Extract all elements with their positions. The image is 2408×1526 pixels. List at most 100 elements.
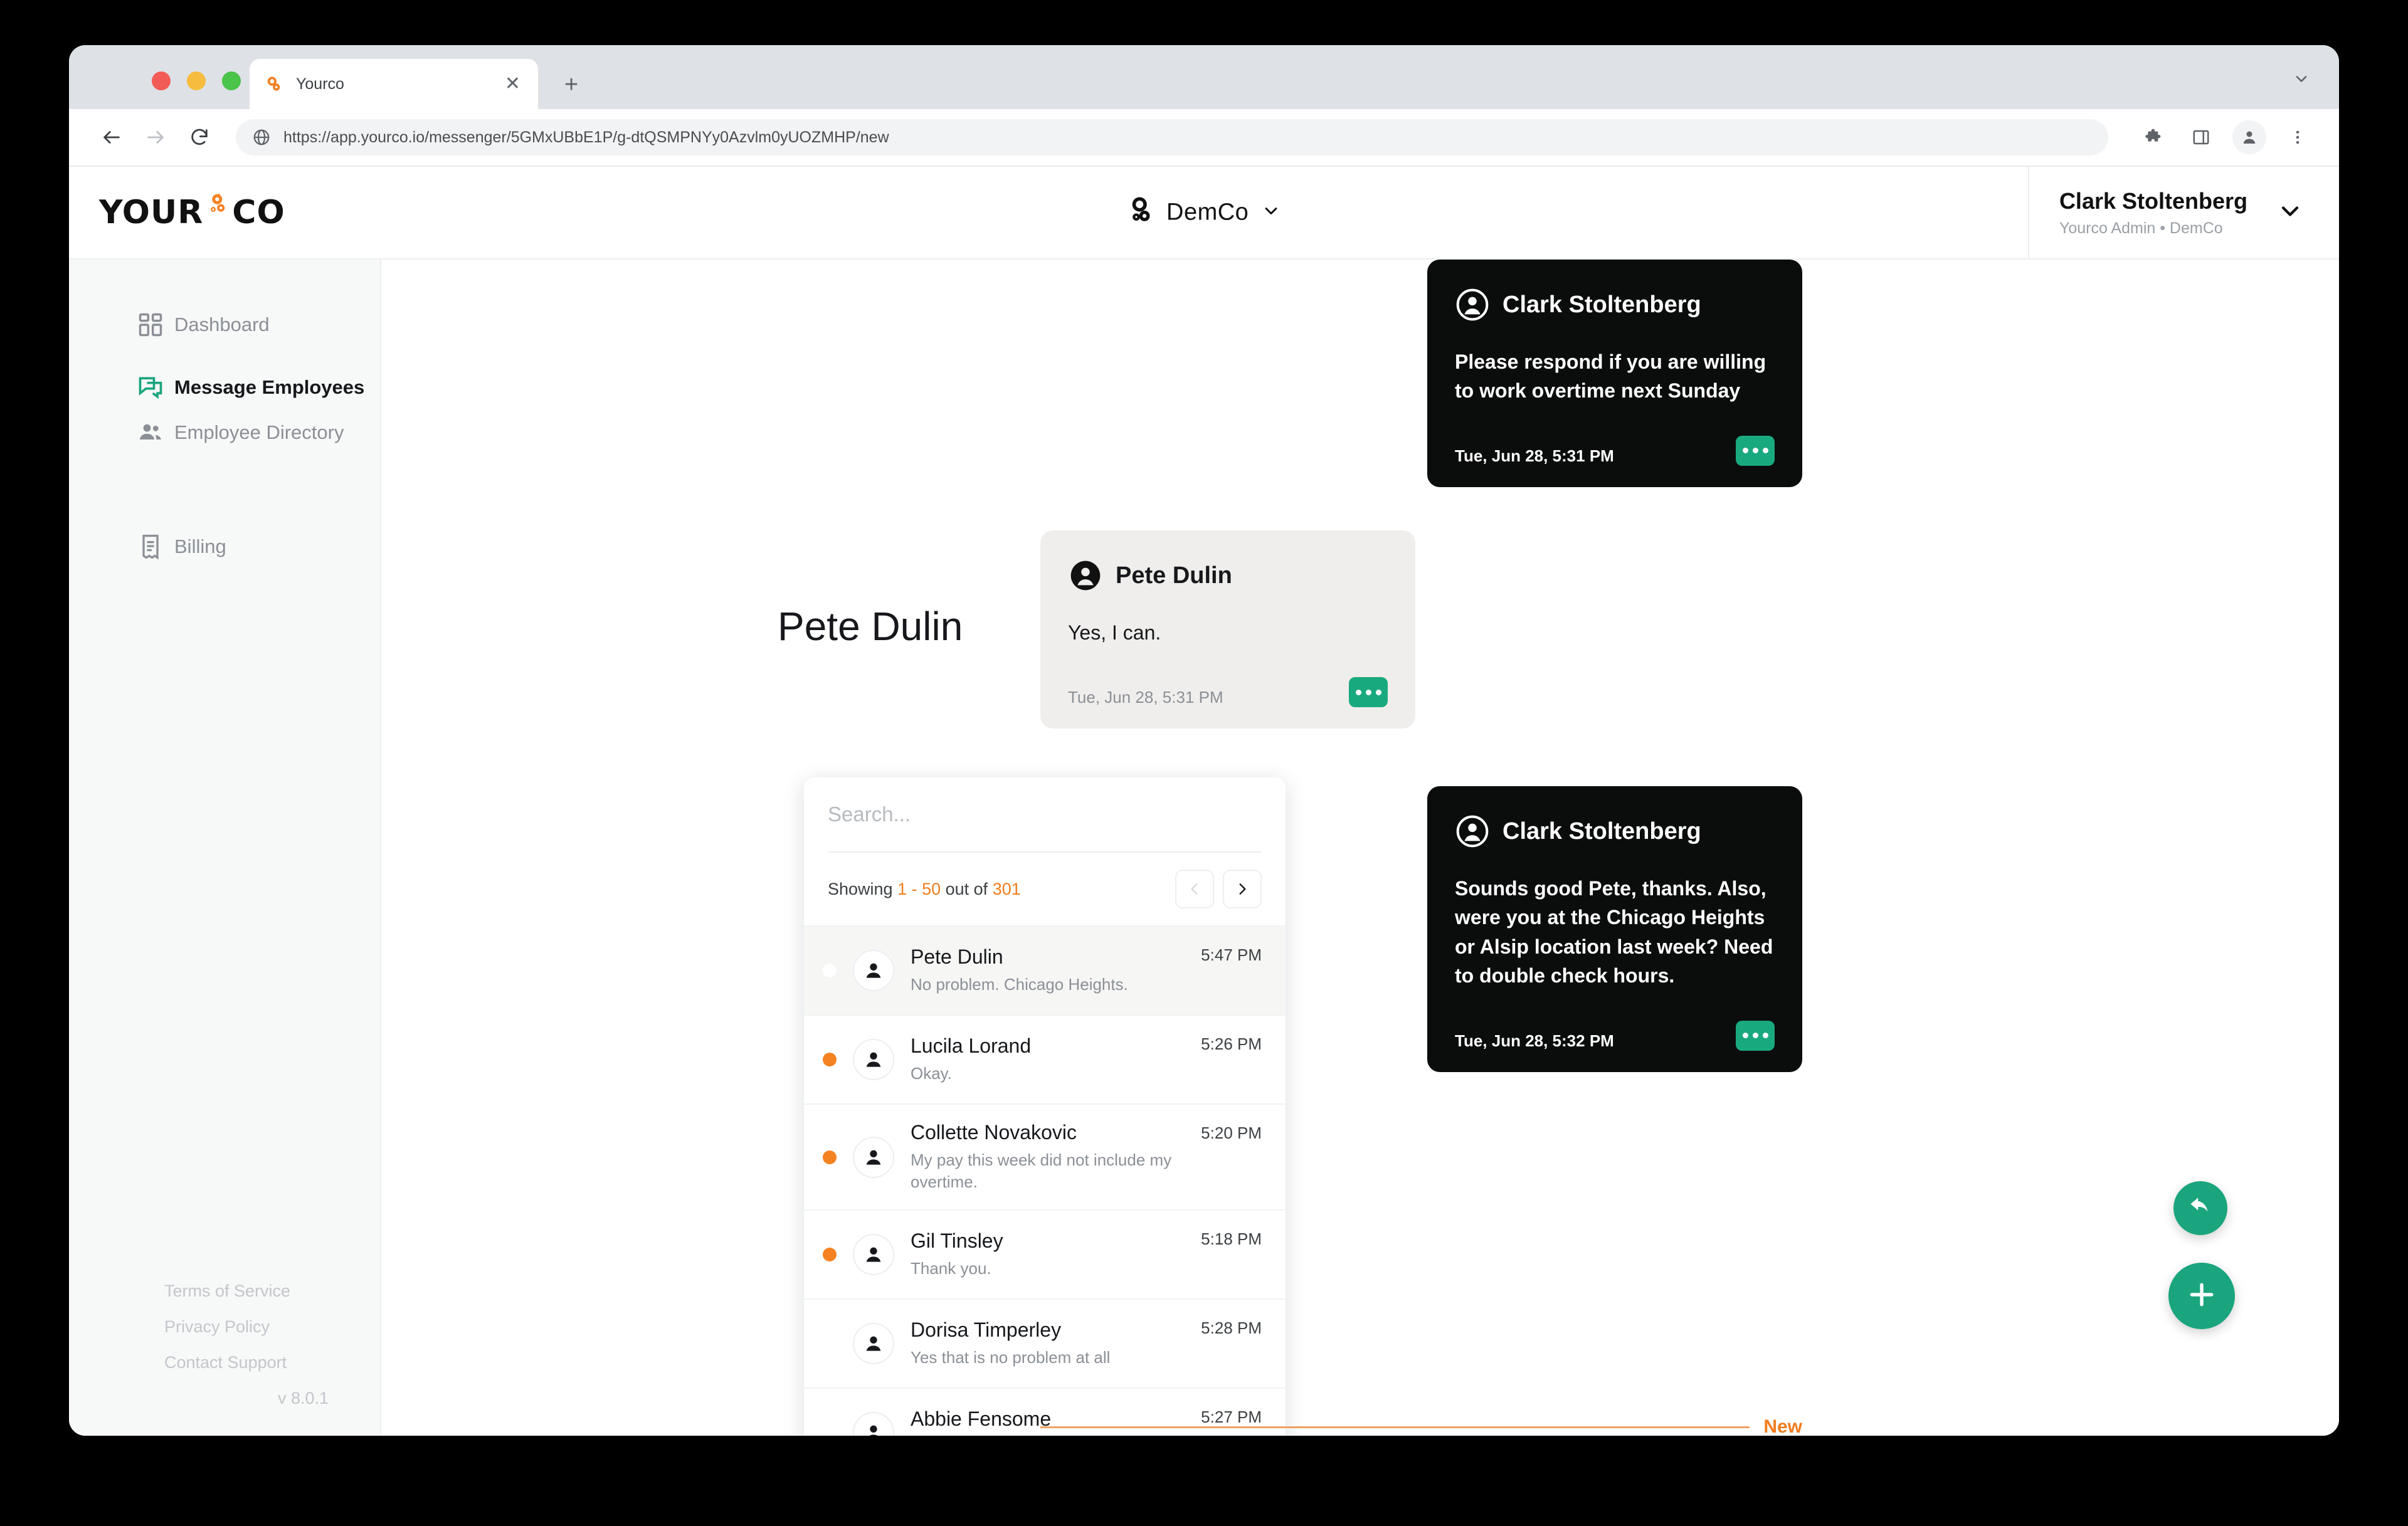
message-header: Pete Dulin <box>1068 558 1388 593</box>
close-icon[interactable]: ✕ <box>501 75 524 93</box>
people-icon <box>137 419 164 446</box>
browser-toolbar: https://app.yourco.io/messenger/5GMxUBbE… <box>69 109 2339 167</box>
message-bubble[interactable]: Clark Stoltenberg Sounds good Pete, than… <box>1427 786 1802 1072</box>
org-name: DemCo <box>1166 199 1249 226</box>
link-privacy-policy[interactable]: Privacy Policy <box>164 1317 342 1337</box>
link-contact-support[interactable]: Contact Support <box>164 1353 342 1372</box>
avatar <box>853 950 894 991</box>
showing-count: Showing 1 - 50 out of 301 <box>828 880 1021 899</box>
message-timestamp: Tue, Jun 28, 5:31 PM <box>1068 688 1223 707</box>
reply-arrow-icon <box>2187 1193 2214 1224</box>
user-role: Yourco Admin • DemCo <box>2059 219 2223 237</box>
chevron-down-icon[interactable] <box>2293 70 2310 88</box>
message-text: Sounds good Pete, thanks. Also, were you… <box>1455 877 1773 987</box>
message-bubble[interactable]: Clark Stoltenberg Please respond if you … <box>1427 260 1802 487</box>
window-traffic-lights <box>152 71 241 90</box>
sidebar-item-label: Billing <box>174 535 226 557</box>
message-timestamp: Tue, Jun 28, 5:31 PM <box>1455 446 1614 465</box>
sidebar-item-dashboard[interactable]: Dashboard <box>69 302 380 347</box>
unread-indicator <box>823 1248 837 1262</box>
sidebar-item-label: Dashboard <box>174 313 270 335</box>
three-dot-icon[interactable] <box>1736 1020 1775 1051</box>
yourco-gears-icon <box>263 73 285 95</box>
person-circle-icon <box>1455 814 1490 849</box>
globe-icon <box>252 128 271 147</box>
reload-icon[interactable] <box>183 121 216 154</box>
message-timestamp: Tue, Jun 28, 5:32 PM <box>1455 1031 1614 1050</box>
three-dot-icon[interactable] <box>1349 677 1388 708</box>
avatar <box>853 1323 894 1365</box>
gears-icon <box>204 192 231 233</box>
link-terms-of-service[interactable]: Terms of Service <box>164 1281 342 1301</box>
reply-fab-button[interactable] <box>2173 1181 2227 1235</box>
showing-prefix: Showing <box>828 879 898 898</box>
app-body: Dashboard Message Employees Employee Dir… <box>69 260 2339 1436</box>
browser-tab[interactable]: Yourco ✕ <box>250 59 538 109</box>
three-dot-icon[interactable] <box>1736 435 1775 466</box>
sidebar-footer: Terms of Service Privacy Policy Contact … <box>69 1281 380 1408</box>
showing-middle: out of <box>941 879 993 898</box>
chat-bubbles-icon <box>137 374 164 401</box>
plus-icon[interactable]: + <box>564 73 578 97</box>
sidebar-item-employee-directory[interactable]: Employee Directory <box>69 410 380 455</box>
browser-tab-title: Yourco <box>296 75 344 93</box>
message-header: Clark Stoltenberg <box>1455 814 1775 849</box>
message-footer: Tue, Jun 28, 5:31 PM <box>1455 435 1775 466</box>
browser-window: Yourco ✕ + https://app.yourco.io/messeng… <box>69 45 2339 1436</box>
sidebar-item-label: Employee Directory <box>174 421 344 443</box>
main-content: Pete Dulin Showing 1 - 50 out of 301 <box>381 260 2339 1436</box>
grid-dashboard-icon <box>137 311 164 339</box>
message-footer: Tue, Jun 28, 5:31 PM <box>1068 677 1388 708</box>
new-messages-divider: New <box>1040 1416 1802 1436</box>
logo-text-your: YOUR <box>99 194 204 231</box>
address-bar[interactable]: https://app.yourco.io/messenger/5GMxUBbE… <box>236 119 2108 155</box>
showing-total: 301 <box>992 879 1021 898</box>
user-name: Clark Stoltenberg <box>2059 187 2247 214</box>
plus-icon <box>2185 1278 2219 1315</box>
minimize-window-button[interactable] <box>187 71 206 90</box>
chevron-down-icon[interactable] <box>1261 201 1281 224</box>
org-switcher[interactable]: DemCo <box>1127 197 1281 229</box>
arrow-right-icon[interactable] <box>139 121 172 154</box>
showing-range: 1 - 50 <box>897 879 941 898</box>
message-footer: Tue, Jun 28, 5:32 PM <box>1455 1020 1775 1051</box>
page-title: Pete Dulin <box>778 604 963 649</box>
message-bubble[interactable]: Pete Dulin Yes, I can. Tue, Jun 28, 5:31… <box>1040 530 1415 729</box>
unread-indicator <box>823 1150 837 1164</box>
avatar <box>853 1234 894 1276</box>
three-dot-menu-icon[interactable] <box>2283 122 2313 152</box>
side-panel-icon[interactable] <box>2186 122 2216 152</box>
person-circle-icon <box>1068 558 1103 593</box>
version-label: v 8.0.1 <box>277 1389 329 1408</box>
sidebar-item-label: Message Employees <box>174 376 365 398</box>
gears-icon <box>1127 197 1154 229</box>
arrow-left-icon[interactable] <box>95 121 128 154</box>
add-message-fab-button[interactable] <box>2168 1263 2235 1329</box>
message-sender: Clark Stoltenberg <box>1502 291 1701 318</box>
new-label: New <box>1763 1416 1802 1436</box>
chevron-down-icon[interactable] <box>2276 197 2304 228</box>
puzzle-icon[interactable] <box>2140 122 2170 152</box>
divider-line <box>1040 1426 1750 1428</box>
url-text: https://app.yourco.io/messenger/5GMxUBbE… <box>283 128 889 146</box>
account-avatar-icon[interactable] <box>2232 120 2266 154</box>
yourco-app: YOUR CO DemCo Clark Stoltenberg Yourco A… <box>69 167 2339 1436</box>
sidebar-item-billing[interactable]: Billing <box>69 524 380 569</box>
avatar <box>853 1039 894 1080</box>
person-circle-icon <box>1455 287 1490 322</box>
avatar <box>853 1412 894 1436</box>
sidebar: Dashboard Message Employees Employee Dir… <box>69 260 381 1436</box>
unread-indicator <box>823 1053 837 1066</box>
unread-indicator <box>823 964 837 977</box>
maximize-window-button[interactable] <box>222 71 241 90</box>
yourco-logo[interactable]: YOUR CO <box>99 192 285 233</box>
sidebar-item-message-employees[interactable]: Message Employees <box>69 365 380 410</box>
close-window-button[interactable] <box>152 71 171 90</box>
app-header: YOUR CO DemCo Clark Stoltenberg Yourco A… <box>69 167 2339 260</box>
logo-text-co: CO <box>232 194 285 231</box>
message-text: Please respond if you are willing to wor… <box>1455 350 1766 403</box>
message-sender: Clark Stoltenberg <box>1502 818 1701 845</box>
message-sender: Pete Dulin <box>1116 562 1232 589</box>
user-menu[interactable]: Clark Stoltenberg Yourco Admin • DemCo <box>2027 167 2339 258</box>
message-thread: Clark Stoltenberg Please respond if you … <box>1038 260 2339 1436</box>
